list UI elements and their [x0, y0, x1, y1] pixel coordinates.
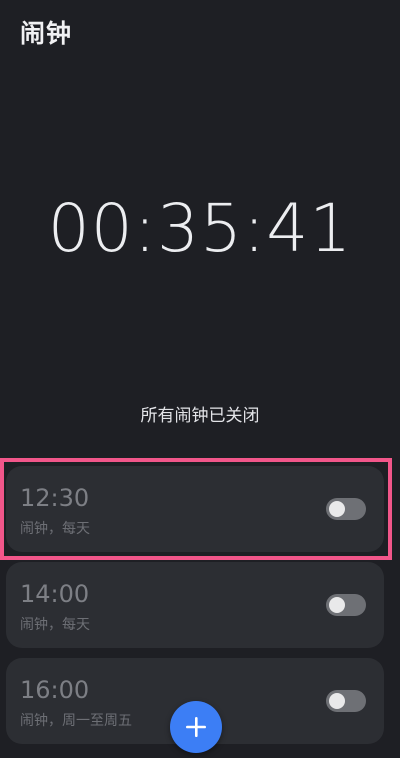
add-alarm-button[interactable]: [170, 701, 222, 753]
alarm-item-1230[interactable]: 12:30 闹钟，每天: [6, 466, 384, 552]
page-title: 闹钟: [20, 19, 73, 48]
alarm-time: 16:00: [20, 676, 90, 704]
alarm-description: 闹钟，每天: [20, 617, 90, 633]
toggle-knob: [329, 693, 345, 709]
alarm-description: 闹钟，每天: [20, 521, 90, 537]
alarm-toggle[interactable]: [326, 498, 366, 520]
plus-icon: [186, 717, 206, 737]
alarm-description: 闹钟，周一至周五: [20, 713, 132, 729]
toggle-knob: [329, 501, 345, 517]
alarm-toggle[interactable]: [326, 594, 366, 616]
alarm-time: 12:30: [20, 484, 90, 512]
alarm-time: 14:00: [20, 580, 90, 608]
alarm-item-1400[interactable]: 14:00 闹钟，每天: [6, 562, 384, 648]
toggle-knob: [329, 597, 345, 613]
alarm-toggle[interactable]: [326, 690, 366, 712]
alarm-status-text: 所有闹钟已关闭: [140, 406, 260, 426]
countdown-clock: 00:35:41: [47, 190, 353, 267]
